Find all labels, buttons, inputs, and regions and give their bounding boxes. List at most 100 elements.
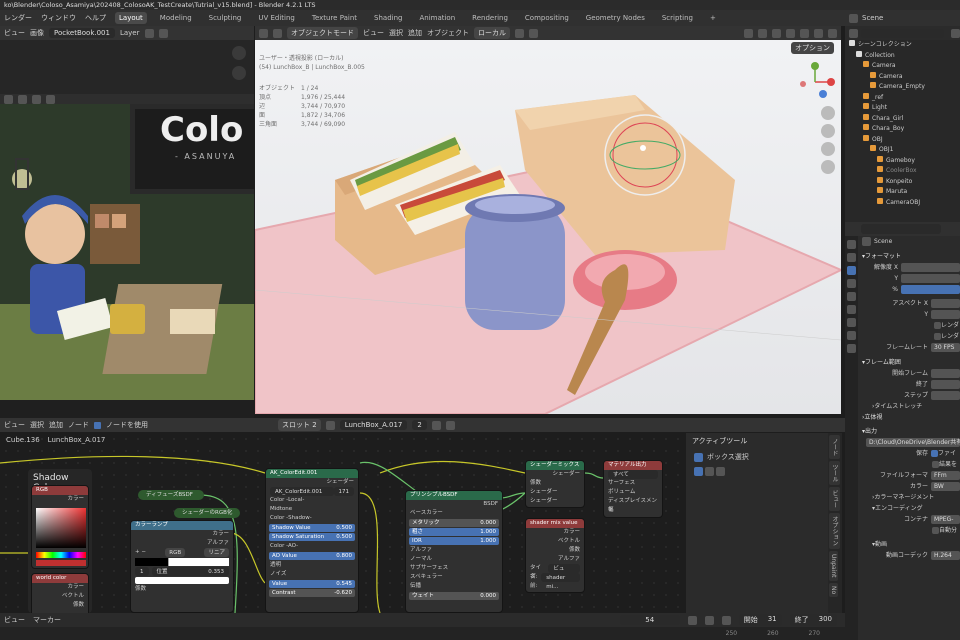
select-new-icon[interactable] — [694, 467, 703, 476]
navigation-gizmo[interactable] — [795, 62, 835, 102]
frame-start-field[interactable] — [931, 369, 960, 378]
orientation-dropdown[interactable]: ローカル — [474, 27, 510, 39]
ramp-gradient-bar[interactable] — [135, 558, 229, 566]
node-menu-add[interactable]: 追加 — [49, 420, 63, 430]
filter-icon[interactable] — [951, 28, 960, 38]
node-color-ramp[interactable]: カラーランプ カラー アルファ + − RGB リニア 1 位置 0.353 係数 — [130, 520, 234, 613]
outliner-item[interactable]: シーンコレクション — [845, 40, 960, 51]
outliner-item[interactable]: CameraOBJ — [845, 197, 960, 209]
outliner-item[interactable]: OBJ1 — [845, 145, 960, 156]
solid-shading-icon[interactable] — [800, 28, 809, 38]
node-editor[interactable]: Cube.136 LunchBox_A.017 Shadow Color RGB… — [0, 433, 686, 613]
display-mode-icon[interactable] — [849, 28, 858, 38]
outliner-item[interactable]: Light — [845, 103, 960, 114]
node-menu-node[interactable]: ノード — [68, 420, 89, 430]
tab-uv-editing[interactable]: UV Editing — [254, 12, 299, 24]
metallic-slider[interactable]: メタリック 0.000 — [409, 519, 499, 527]
node-menu-view[interactable]: ビュー — [4, 420, 25, 430]
node-row[interactable]: スペキュラー — [406, 573, 502, 582]
modifier-tab-icon[interactable] — [847, 331, 856, 340]
group-users-count[interactable]: 171 — [333, 487, 354, 496]
tab-node[interactable]: ノード — [829, 435, 840, 459]
outliner-item[interactable]: _ref — [845, 92, 960, 104]
select-extend-icon[interactable] — [705, 467, 714, 476]
menu-render[interactable]: レンダー — [4, 13, 32, 23]
material-icon[interactable] — [325, 420, 335, 430]
aspect-y-field[interactable] — [931, 310, 960, 319]
outliner-item[interactable]: Gameboy — [845, 155, 960, 167]
object-tab-icon[interactable] — [847, 318, 856, 327]
options-dropdown[interactable]: オプション — [791, 42, 834, 54]
ao-value-slider[interactable]: AO Value 0.800 — [269, 552, 355, 560]
end-frame-field[interactable]: 終了 300 — [789, 614, 837, 626]
timeline-ruler[interactable]: 250 260 270 — [0, 627, 845, 640]
plus-minus-icon[interactable]: + − — [135, 548, 146, 557]
node-world-color[interactable]: world color カラー ベクトル 係数 — [31, 573, 89, 613]
rendered-shading-icon[interactable] — [828, 28, 837, 38]
node-material-output[interactable]: マテリアル出力 すべて サーフェス ボリューム ディスプレイスメント 幅 — [603, 460, 663, 518]
stop-index-field[interactable]: 1 — [135, 567, 149, 576]
video-codec-dropdown[interactable]: H.264 — [931, 551, 960, 560]
select-box-icon[interactable] — [273, 28, 282, 38]
image-menu-image[interactable]: 画像 — [30, 28, 44, 38]
stop-color-swatch[interactable] — [135, 577, 229, 584]
hue-slider[interactable] — [36, 552, 86, 558]
current-frame-field[interactable]: 54 — [619, 615, 680, 625]
tab-modeling[interactable]: Modeling — [156, 12, 196, 24]
outliner-item[interactable]: Konpeito — [845, 176, 960, 188]
tab-rendering[interactable]: Rendering — [468, 12, 512, 24]
3d-viewport[interactable]: ユーザー・透視投影 (ローカル) (54) LunchBox_B | Lunch… — [255, 40, 841, 414]
stop-position-field[interactable]: 位置 0.353 — [151, 567, 229, 576]
tab-tool[interactable]: ツール — [829, 461, 840, 485]
view-layer-tab-icon[interactable] — [847, 279, 856, 288]
aspect-x-field[interactable] — [931, 299, 960, 308]
outliner-item[interactable]: Camera_Empty — [845, 82, 960, 93]
shading-icon[interactable] — [32, 94, 41, 104]
output-path-field[interactable]: D:\Cloud\OneDrive\Blender共有 — [866, 438, 960, 447]
tab-layout[interactable]: Layout — [115, 12, 147, 24]
roughness-slider[interactable]: 粗さ 1.000 — [409, 528, 499, 536]
shadow-value-slider[interactable]: Shadow Value 0.500 — [269, 524, 355, 532]
outliner-search-input[interactable] — [861, 28, 944, 38]
cache-result-checkbox[interactable] — [932, 461, 939, 468]
type-dropdown[interactable]: ビュー... — [548, 564, 580, 581]
section-video[interactable]: ▾ 動画 — [858, 539, 960, 550]
ramp-interp-dropdown[interactable]: リニア — [204, 548, 229, 557]
xray-icon[interactable] — [786, 28, 795, 38]
fake-user-icon[interactable] — [431, 420, 441, 430]
node-row[interactable]: サブサーフェス — [406, 564, 502, 573]
resolution-y-field[interactable] — [901, 274, 960, 283]
node-shader-mix-value[interactable]: shader mix value カラー ベクトル 係数 アルファ タイプ: ビュ… — [525, 518, 585, 593]
render-tab-icon[interactable] — [847, 253, 856, 262]
viewport-menu-object[interactable]: オブジェクト — [427, 28, 469, 38]
node-row[interactable]: 伝播 — [406, 582, 502, 591]
tool-tab-icon[interactable] — [847, 240, 856, 249]
proportional-icon[interactable] — [529, 28, 538, 38]
jump-end-icon[interactable] — [721, 615, 731, 625]
node-diffuse-collapsed[interactable]: ディフューズBSDF — [138, 490, 204, 500]
resolution-x-field[interactable] — [901, 263, 960, 272]
pan-icon[interactable] — [821, 124, 835, 138]
frame-step-field[interactable] — [931, 391, 960, 400]
slot-dropdown[interactable]: スロット 2 — [278, 419, 321, 431]
ortho-toggle-icon[interactable] — [821, 160, 835, 174]
tab-compositing[interactable]: Compositing — [521, 12, 573, 24]
camera-view-icon[interactable] — [821, 142, 835, 156]
node-rgb[interactable]: RGB カラー — [31, 485, 89, 569]
gizmo-icon[interactable] — [46, 94, 55, 104]
scene-tab-icon[interactable] — [847, 292, 856, 301]
container-dropdown[interactable]: MPEG- — [931, 515, 960, 524]
jump-start-icon[interactable] — [687, 615, 697, 625]
tab-animation[interactable]: Animation — [415, 12, 459, 24]
color-picker-square[interactable] — [36, 508, 86, 548]
use-nodes-checkbox[interactable] — [94, 421, 101, 429]
noise-contrast-slider[interactable]: Contrast -0.620 — [269, 589, 355, 597]
tab-scripting[interactable]: Scripting — [658, 12, 697, 24]
color-mode-field[interactable]: BW — [931, 482, 960, 491]
zoom-icon[interactable] — [821, 106, 835, 120]
select-subtract-icon[interactable] — [716, 467, 725, 476]
section-color-management[interactable]: › カラーマネージメント — [858, 492, 960, 503]
tab-texture-paint[interactable]: Texture Paint — [308, 12, 361, 24]
timeline-menu-marker[interactable]: マーカー — [33, 615, 61, 625]
render-region-checkbox[interactable] — [934, 322, 941, 329]
